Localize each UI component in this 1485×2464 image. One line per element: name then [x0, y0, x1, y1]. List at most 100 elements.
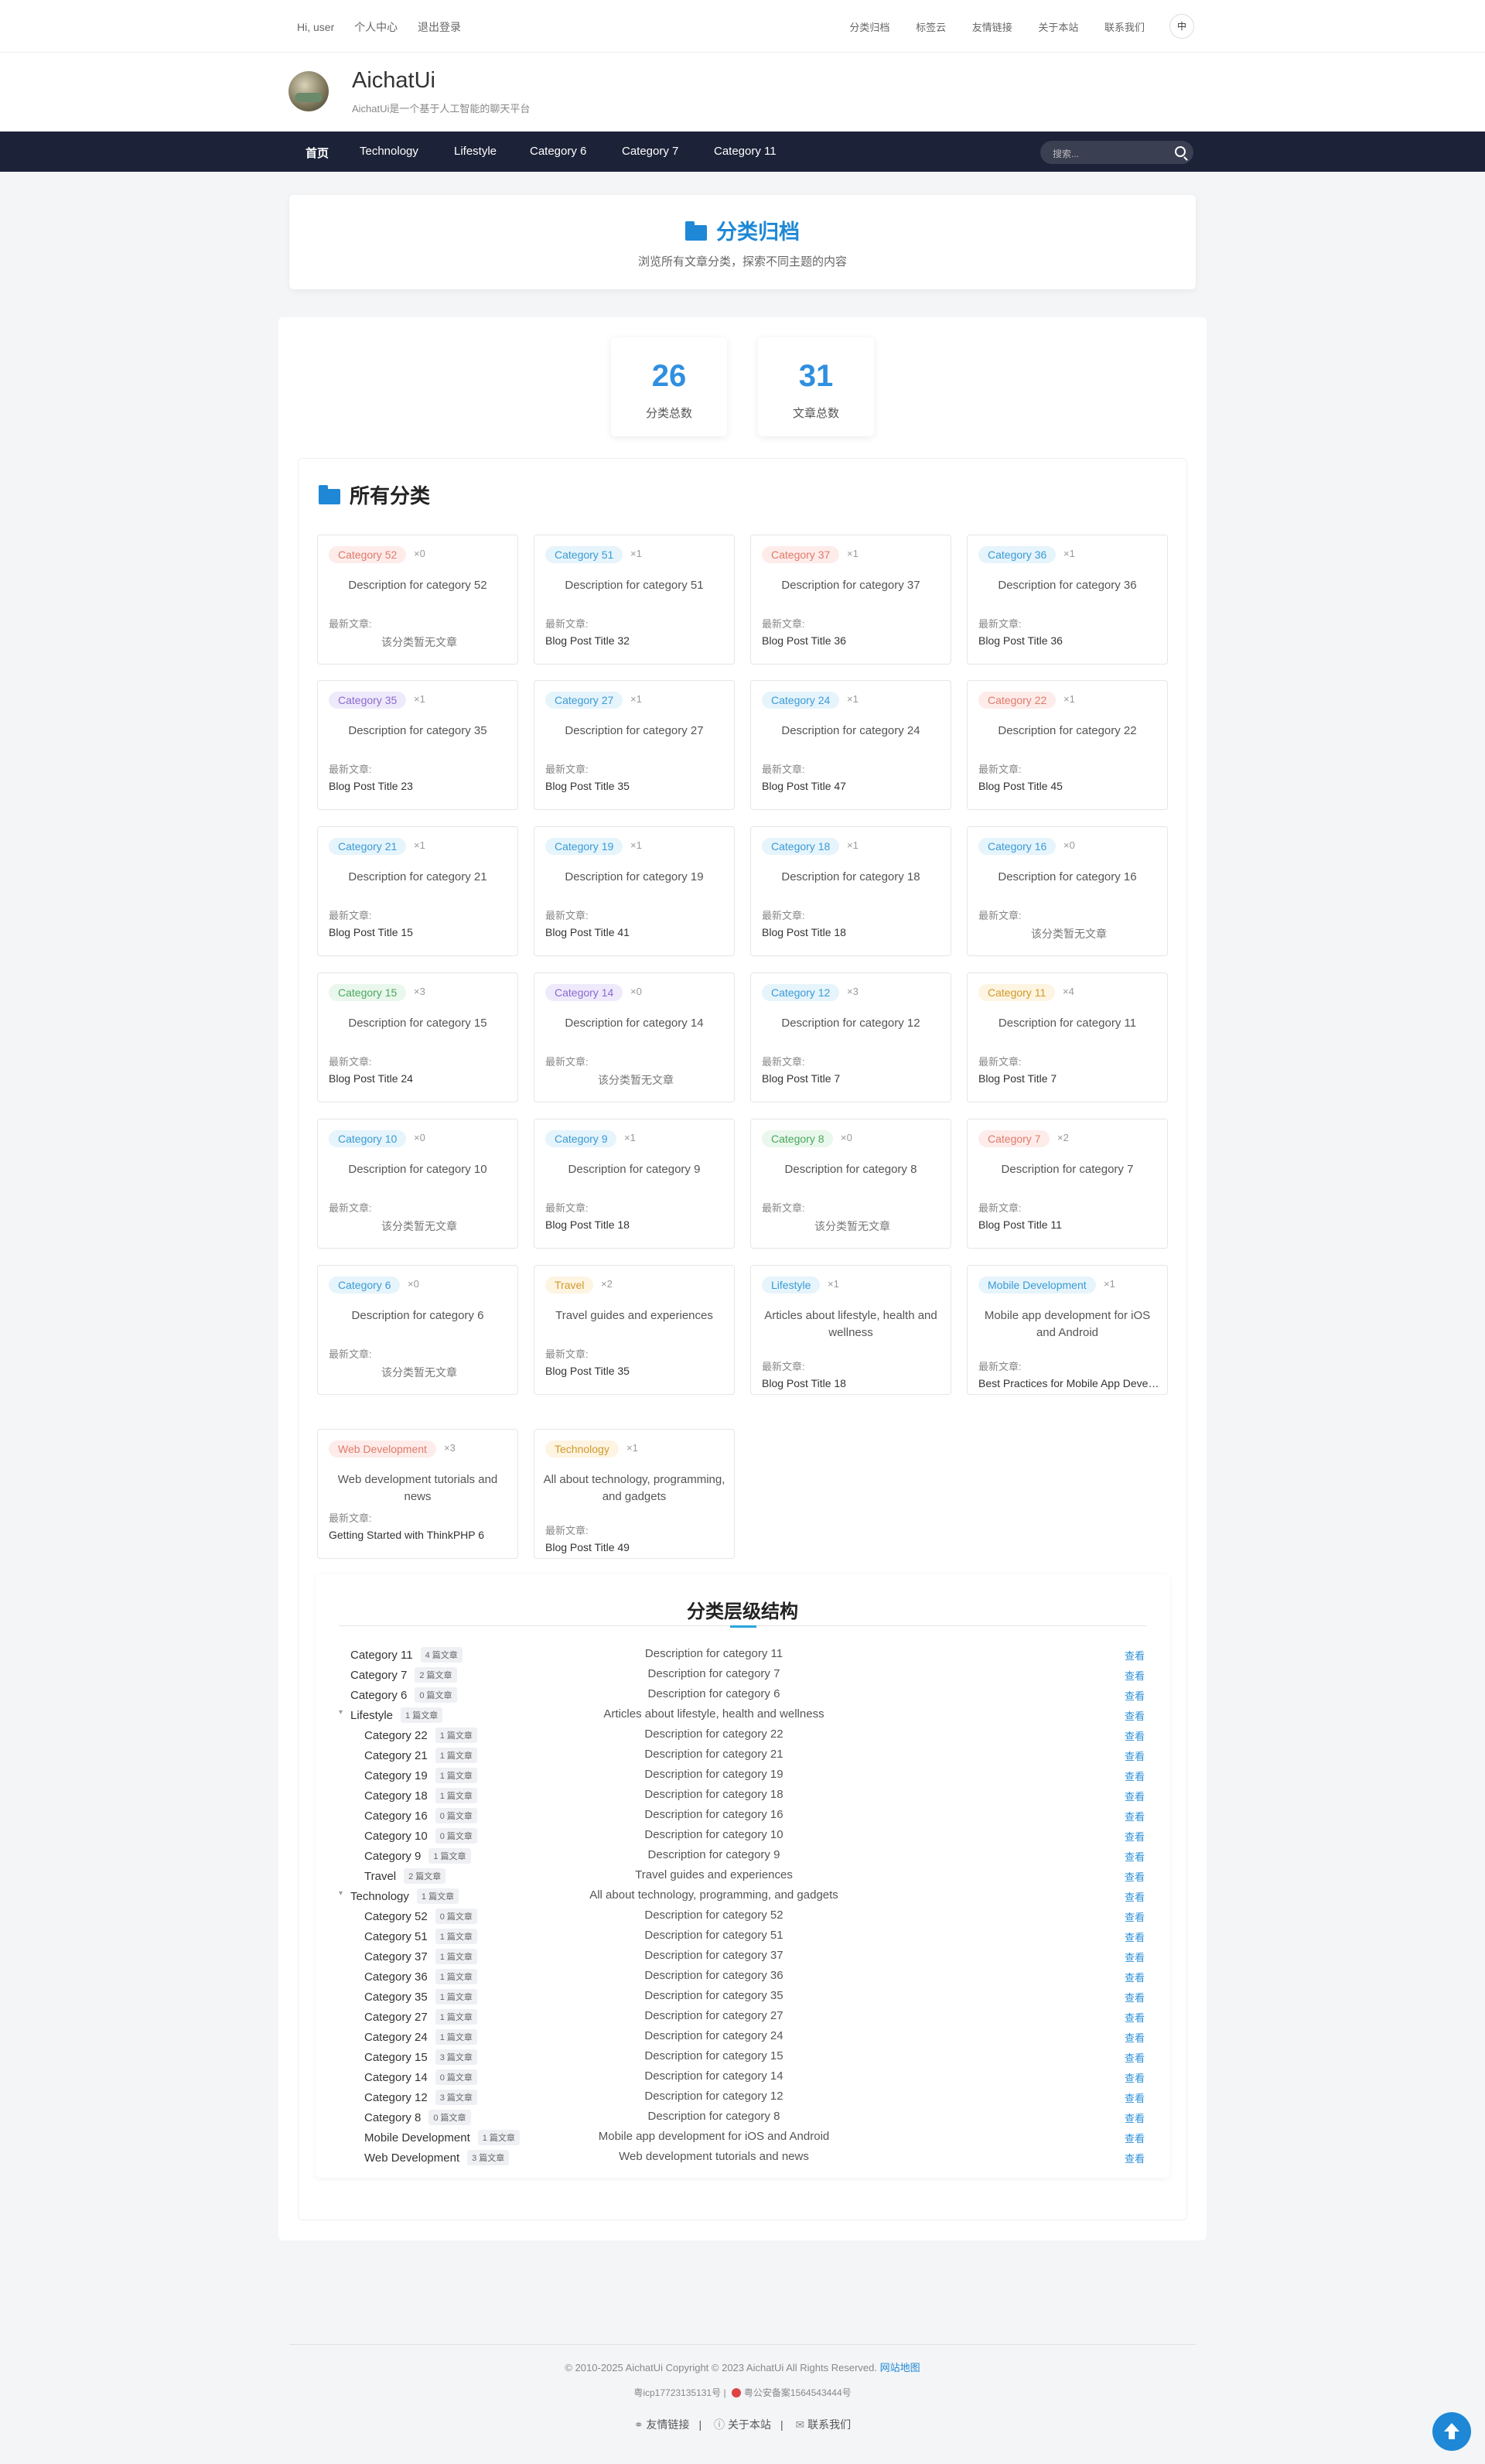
- tree-view-link[interactable]: 查看: [1125, 1769, 1145, 1783]
- category-card[interactable]: Category 21 ×1 Description for category 21…: [317, 826, 518, 956]
- tree-view-link[interactable]: 查看: [1125, 1668, 1145, 1683]
- top-link-tags[interactable]: 标签云: [916, 22, 946, 33]
- category-tag[interactable]: Category 18: [762, 838, 840, 855]
- category-tag[interactable]: Category 37: [762, 546, 840, 563]
- footer-link-friends[interactable]: ⚭ 友情链接: [634, 2418, 690, 2431]
- category-tag[interactable]: Category 14: [545, 984, 623, 1001]
- search-icon[interactable]: [1175, 146, 1186, 157]
- category-tag[interactable]: Category 9: [545, 1130, 617, 1147]
- profile-link[interactable]: 个人中心: [354, 21, 398, 33]
- top-link-archive[interactable]: 分类归档: [849, 22, 889, 33]
- category-card[interactable]: Category 35 ×1 Description for category 35…: [317, 680, 518, 810]
- latest-post-link[interactable]: Blog Post Title 32: [545, 634, 726, 647]
- tree-view-link[interactable]: 查看: [1125, 1648, 1145, 1663]
- footer-link-contact[interactable]: ✉ 联系我们: [795, 2418, 851, 2431]
- tree-view-link[interactable]: 查看: [1125, 1869, 1145, 1884]
- category-card[interactable]: Category 6 ×0 Description for category 6 最新…: [317, 1265, 518, 1395]
- category-card[interactable]: Category 52 ×0 Description for category 52…: [317, 535, 518, 665]
- category-card[interactable]: Category 7 ×2 Description for category 7 最新…: [967, 1119, 1168, 1249]
- latest-post-link[interactable]: Blog Post Title 45: [978, 780, 1159, 792]
- category-tag[interactable]: Category 16: [978, 838, 1057, 855]
- tree-view-link[interactable]: 查看: [1125, 2050, 1145, 2065]
- site-logo[interactable]: [288, 71, 329, 111]
- site-name[interactable]: AichatUi: [352, 68, 435, 94]
- category-tag[interactable]: Category 6: [329, 1276, 401, 1294]
- category-tag[interactable]: Category 35: [329, 692, 407, 709]
- category-tag[interactable]: Category 7: [978, 1130, 1050, 1147]
- category-card[interactable]: Category 24 ×1 Description for category 24…: [750, 680, 951, 810]
- category-card[interactable]: Category 8 ×0 Description for category 8 最新…: [750, 1119, 951, 1249]
- tree-view-link[interactable]: 查看: [1125, 2070, 1145, 2085]
- tree-view-link[interactable]: 查看: [1125, 1909, 1145, 1924]
- tree-view-link[interactable]: 查看: [1125, 1789, 1145, 1803]
- latest-post-link[interactable]: Blog Post Title 24: [329, 1072, 510, 1085]
- category-tag[interactable]: Category 36: [978, 546, 1057, 563]
- sitemap-link[interactable]: 网站地图: [880, 2362, 920, 2373]
- tree-view-link[interactable]: 查看: [1125, 1889, 1145, 1904]
- category-card[interactable]: Category 14 ×0 Description for category 14…: [534, 972, 735, 1102]
- category-card[interactable]: Category 36 ×1 Description for category 36…: [967, 535, 1168, 665]
- category-tag[interactable]: Category 27: [545, 692, 623, 709]
- category-tag[interactable]: Lifestyle: [762, 1276, 821, 1294]
- nav-home[interactable]: 首页: [306, 145, 329, 161]
- nav-technology[interactable]: Technology: [360, 145, 418, 158]
- tree-view-link[interactable]: 查看: [1125, 1748, 1145, 1763]
- category-card[interactable]: Web Development ×3 Web development tutoria…: [317, 1429, 518, 1559]
- category-card[interactable]: Travel ×2 Travel guides and experiences 最新文…: [534, 1265, 735, 1395]
- category-card[interactable]: Category 19 ×1 Description for category 19…: [534, 826, 735, 956]
- category-card[interactable]: Category 18 ×1 Description for category 18…: [750, 826, 951, 956]
- category-card[interactable]: Category 27 ×1 Description for category 27…: [534, 680, 735, 810]
- latest-post-link[interactable]: Blog Post Title 18: [762, 1377, 943, 1389]
- latest-post-link[interactable]: Blog Post Title 36: [978, 634, 1159, 647]
- category-tag[interactable]: Web Development: [329, 1440, 436, 1458]
- category-tag[interactable]: Mobile Development: [978, 1276, 1096, 1294]
- nav-category-11[interactable]: Category 11: [714, 145, 777, 158]
- category-tag[interactable]: Category 19: [545, 838, 623, 855]
- latest-post-link[interactable]: Blog Post Title 47: [762, 780, 943, 792]
- tree-view-link[interactable]: 查看: [1125, 1970, 1145, 1984]
- tree-view-link[interactable]: 查看: [1125, 2110, 1145, 2125]
- latest-post-link[interactable]: Blog Post Title 11: [978, 1218, 1159, 1231]
- category-tag[interactable]: Category 12: [762, 984, 840, 1001]
- police-record[interactable]: 粤公安备案1564543444号: [744, 2387, 852, 2398]
- category-card[interactable]: Category 22 ×1 Description for category 22…: [967, 680, 1168, 810]
- nav-category-7[interactable]: Category 7: [622, 145, 678, 158]
- latest-post-link[interactable]: Best Practices for Mobile App Developmen…: [978, 1377, 1159, 1389]
- category-tag[interactable]: Category 15: [329, 984, 407, 1001]
- category-tag[interactable]: Category 51: [545, 546, 623, 563]
- tree-view-link[interactable]: 查看: [1125, 2090, 1145, 2105]
- tree-view-link[interactable]: 查看: [1125, 2131, 1145, 2145]
- latest-post-link[interactable]: Blog Post Title 41: [545, 926, 726, 938]
- top-link-contact[interactable]: 联系我们: [1104, 22, 1145, 33]
- nav-lifestyle[interactable]: Lifestyle: [454, 145, 497, 158]
- footer-link-about[interactable]: ⓘ 关于本站: [714, 2418, 771, 2431]
- category-tag[interactable]: Category 24: [762, 692, 840, 709]
- category-tag[interactable]: Category 8: [762, 1130, 834, 1147]
- category-card[interactable]: Category 16 ×0 Description for category 16…: [967, 826, 1168, 956]
- nav-category-6[interactable]: Category 6: [530, 145, 586, 158]
- category-tag[interactable]: Category 52: [329, 546, 407, 563]
- category-card[interactable]: Technology ×1 All about technology, progra…: [534, 1429, 735, 1559]
- tree-view-link[interactable]: 查看: [1125, 1688, 1145, 1703]
- category-card[interactable]: Lifestyle ×1 Articles about lifestyle, hea…: [750, 1265, 951, 1395]
- latest-post-link[interactable]: Blog Post Title 18: [762, 926, 943, 938]
- tree-view-link[interactable]: 查看: [1125, 1849, 1145, 1864]
- category-tag[interactable]: Category 11: [978, 984, 1056, 1001]
- latest-post-link[interactable]: Blog Post Title 7: [978, 1072, 1159, 1085]
- latest-post-link[interactable]: Blog Post Title 35: [545, 1365, 726, 1377]
- category-card[interactable]: Category 15 ×3 Description for category 15…: [317, 972, 518, 1102]
- latest-post-link[interactable]: Blog Post Title 49: [545, 1541, 726, 1553]
- latest-post-link[interactable]: Blog Post Title 35: [545, 780, 726, 792]
- top-link-about[interactable]: 关于本站: [1038, 22, 1078, 33]
- tree-view-link[interactable]: 查看: [1125, 1950, 1145, 1964]
- latest-post-link[interactable]: Blog Post Title 36: [762, 634, 943, 647]
- tree-view-link[interactable]: 查看: [1125, 1809, 1145, 1823]
- search-input[interactable]: 搜索...: [1040, 141, 1193, 164]
- category-tag[interactable]: Travel: [545, 1276, 594, 1294]
- category-card[interactable]: Category 10 ×0 Description for category 10…: [317, 1119, 518, 1249]
- tree-view-link[interactable]: 查看: [1125, 1929, 1145, 1944]
- latest-post-link[interactable]: Blog Post Title 15: [329, 926, 510, 938]
- logout-link[interactable]: 退出登录: [418, 21, 461, 33]
- category-card[interactable]: Category 51 ×1 Description for category 51…: [534, 535, 735, 665]
- latest-post-link[interactable]: Blog Post Title 18: [545, 1218, 726, 1231]
